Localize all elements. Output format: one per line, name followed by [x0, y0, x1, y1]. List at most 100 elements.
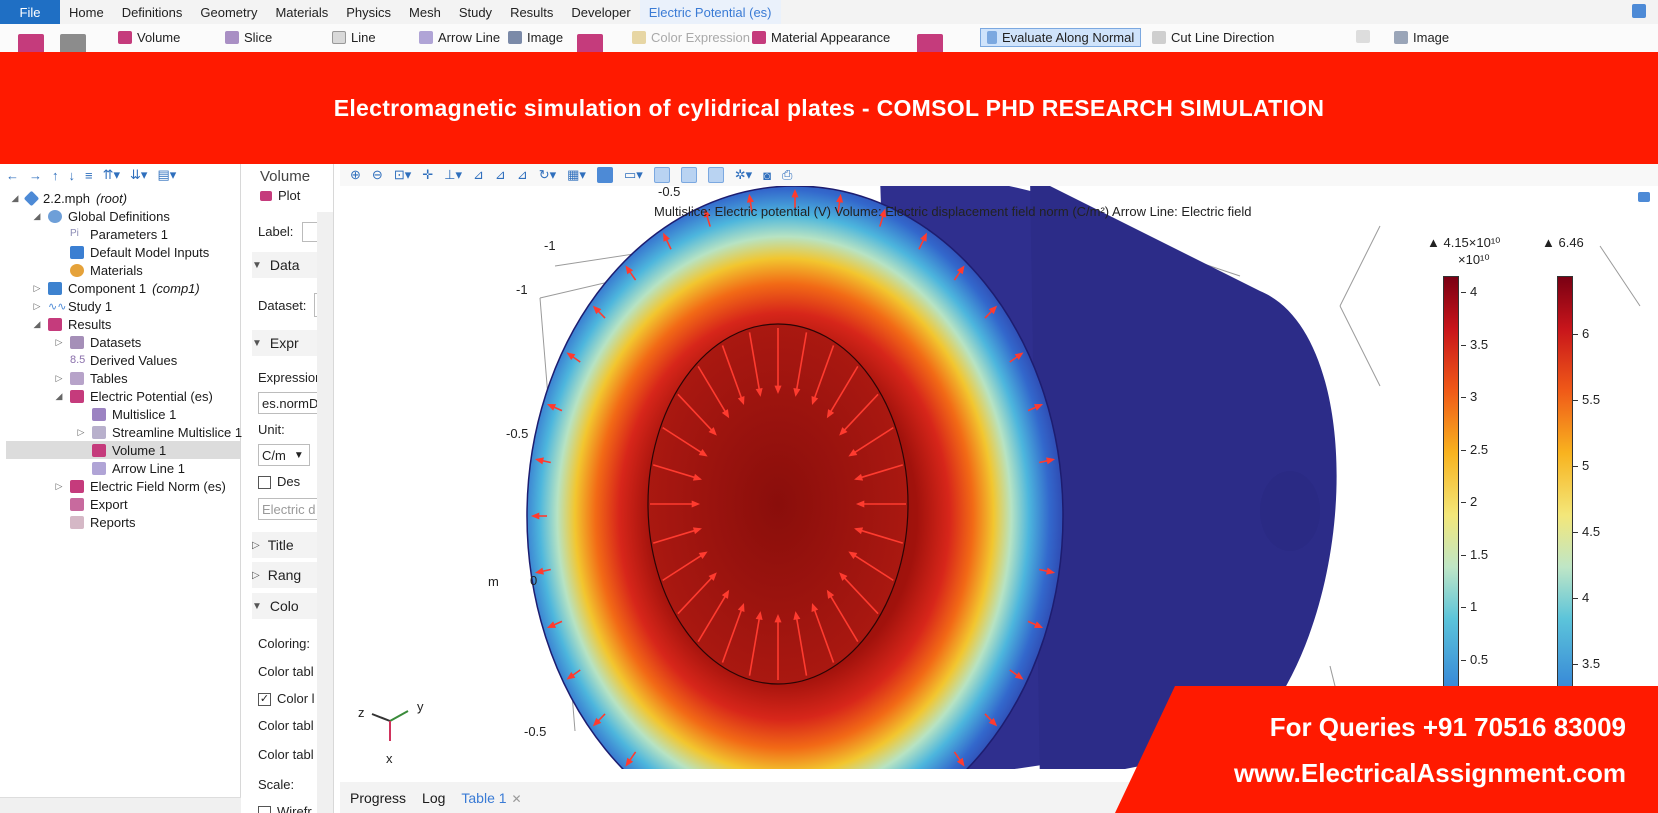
surface-icon[interactable] [577, 34, 603, 54]
tree-volume[interactable]: Volume 1 [6, 441, 240, 459]
tab-table[interactable]: Table 1 ✕ [461, 790, 521, 806]
tables-icon [70, 371, 84, 385]
tab-results[interactable]: Results [501, 0, 562, 24]
tree-electric-potential[interactable]: ◢ Electric Potential (es) [54, 387, 213, 405]
camera-icon[interactable]: ◙ [763, 168, 771, 183]
streamline-icon [92, 425, 106, 439]
description-input[interactable]: Electric d [258, 498, 318, 520]
tree-root[interactable]: ◢ 2.2.mph (root) [10, 189, 127, 207]
close-icon[interactable]: ✕ [512, 792, 522, 806]
volume-button[interactable]: Volume [118, 30, 180, 45]
tree-multislice[interactable]: Multislice 1 [76, 405, 176, 423]
tab-materials[interactable]: Materials [266, 0, 337, 24]
tree-default-model-inputs[interactable]: Default Model Inputs [54, 243, 209, 261]
tree-component[interactable]: ▷ Component 1 (comp1) [32, 279, 200, 297]
tab-log[interactable]: Log [422, 790, 445, 806]
wireframe-checkbox[interactable]: Wirefr [258, 804, 312, 813]
tab-home[interactable]: Home [60, 0, 113, 24]
collapse-icon[interactable]: ⇊▾ [130, 167, 147, 183]
tab-geometry[interactable]: Geometry [191, 0, 266, 24]
show-icon[interactable]: ≡ [85, 168, 93, 183]
axis-orientation-icon[interactable]: ⊥▾ [444, 167, 462, 183]
tab-developer[interactable]: Developer [562, 0, 639, 24]
move-up-icon[interactable]: ↑ [52, 168, 59, 183]
view-xy-icon[interactable]: ⊿ [473, 167, 484, 183]
forward-arrow-icon[interactable]: → [29, 168, 42, 183]
move-down-icon[interactable]: ↓ [69, 168, 76, 183]
tree-horizontal-scrollbar[interactable] [0, 797, 241, 813]
triad-z-label: z [358, 705, 365, 720]
reports-icon [70, 515, 84, 529]
settings-scrollbar[interactable] [317, 212, 333, 813]
slice-button[interactable]: Slice [225, 30, 272, 45]
tree-materials[interactable]: Materials [54, 261, 143, 279]
deformation-icon[interactable] [917, 34, 943, 54]
axis-unit-label: m [488, 574, 499, 589]
description-checkbox[interactable]: Des [258, 474, 300, 490]
select-mode-icon[interactable] [596, 167, 613, 183]
back-arrow-icon[interactable]: ← [6, 168, 19, 183]
image-export-icon [1394, 31, 1408, 44]
arrow-line-button[interactable]: Arrow Line [419, 30, 500, 45]
tree-global-definitions[interactable]: ◢ Global Definitions [32, 207, 170, 225]
line-button[interactable]: Line [332, 30, 376, 45]
tab-mesh[interactable]: Mesh [400, 0, 450, 24]
image-export-button[interactable]: Image [1394, 30, 1449, 45]
view-zx-icon[interactable]: ⊿ [517, 167, 528, 183]
tree-tables[interactable]: ▷ Tables [54, 369, 128, 387]
scene-light-icon[interactable]: ▦▾ [567, 167, 586, 183]
rotate-icon[interactable]: ↻▾ [539, 167, 556, 183]
view-yz-icon[interactable]: ⊿ [495, 167, 506, 183]
wireframe-icon[interactable] [707, 167, 724, 183]
graphics-window[interactable]: ⊕ ⊖ ⊡▾ ✛ ⊥▾ ⊿ ⊿ ⊿ ↻▾ ▦▾ ▭▾ ✲▾ ◙ ⎙ Multis… [340, 164, 1658, 769]
zoom-box-icon[interactable]: ⊡▾ [394, 167, 411, 183]
tab-electric-potential[interactable]: Electric Potential (es) [639, 0, 781, 24]
grid-icon[interactable] [653, 167, 670, 183]
tree-electric-field-norm[interactable]: ▷ Electric Field Norm (es) [54, 477, 226, 495]
tab-physics[interactable]: Physics [337, 0, 400, 24]
tree-streamline-multislice[interactable]: ▷ Streamline Multislice 1 [76, 423, 243, 441]
tree-parameters[interactable]: Pi Parameters 1 [54, 225, 168, 243]
zoom-extents-icon[interactable]: ✛ [422, 167, 433, 183]
expression-input[interactable]: es.normD [258, 392, 318, 414]
tree-arrow-line[interactable]: Arrow Line 1 [76, 459, 185, 477]
model-builder-tree: ← → ↑ ↓ ≡ ⇈▾ ⇊▾ ▤▾ ◢ 2.2.mph (root) ◢ Globa… [0, 164, 243, 813]
tree-export[interactable]: Export [54, 495, 128, 513]
zoom-in-icon[interactable]: ⊕ [350, 167, 361, 183]
arrow-line-icon [419, 31, 433, 44]
legend-tick: 0.5 [1460, 651, 1489, 667]
tree-reports[interactable]: Reports [54, 513, 136, 531]
ribbon-cursor-icon[interactable] [1356, 30, 1370, 43]
help-icon[interactable] [1632, 4, 1646, 18]
image-button[interactable]: Image [508, 30, 563, 45]
cut-line-direction-button[interactable]: Cut Line Direction [1152, 30, 1274, 45]
tree-results[interactable]: ◢ Results [32, 315, 112, 333]
mesh-view-icon[interactable] [680, 167, 697, 183]
color-legend-checkbox[interactable]: ✓ Color l [258, 691, 315, 707]
tree-datasets[interactable]: ▷ Datasets [54, 333, 142, 351]
plot-group-icon[interactable] [18, 34, 44, 54]
graphics-expand-icon[interactable] [1638, 192, 1650, 202]
tree-study[interactable]: ▷ ∿∿ Study 1 [32, 297, 113, 315]
tab-study[interactable]: Study [450, 0, 501, 24]
legend-tick: 3.5 [1460, 336, 1489, 352]
file-tab[interactable]: File [0, 0, 60, 24]
print-icon[interactable]: ⎙ [782, 167, 792, 183]
color-expression-button[interactable]: Color Expression [632, 30, 750, 45]
settings-gear-icon[interactable]: ✲▾ [735, 167, 752, 183]
volume-icon [118, 31, 132, 44]
plot-icon[interactable] [60, 34, 86, 54]
evaluate-along-normal-button[interactable]: Evaluate Along Normal [980, 28, 1142, 47]
unit-select[interactable]: C/m ▼ [258, 444, 310, 466]
plot-button[interactable]: Plot [260, 188, 300, 203]
legend1-multiplier: ×10¹⁰ [1458, 252, 1490, 267]
tab-definitions[interactable]: Definitions [113, 0, 192, 24]
expand-icon[interactable]: ⇈▾ [103, 167, 120, 183]
render-icon[interactable]: ▭▾ [624, 167, 643, 183]
material-appearance-button[interactable]: Material Appearance [752, 30, 890, 45]
zoom-out-icon[interactable]: ⊖ [372, 167, 383, 183]
tab-progress[interactable]: Progress [350, 790, 406, 806]
tree-options-icon[interactable]: ▤▾ [157, 167, 176, 183]
slice-icon [225, 31, 239, 44]
tree-derived-values[interactable]: 8.5 Derived Values [54, 351, 177, 369]
